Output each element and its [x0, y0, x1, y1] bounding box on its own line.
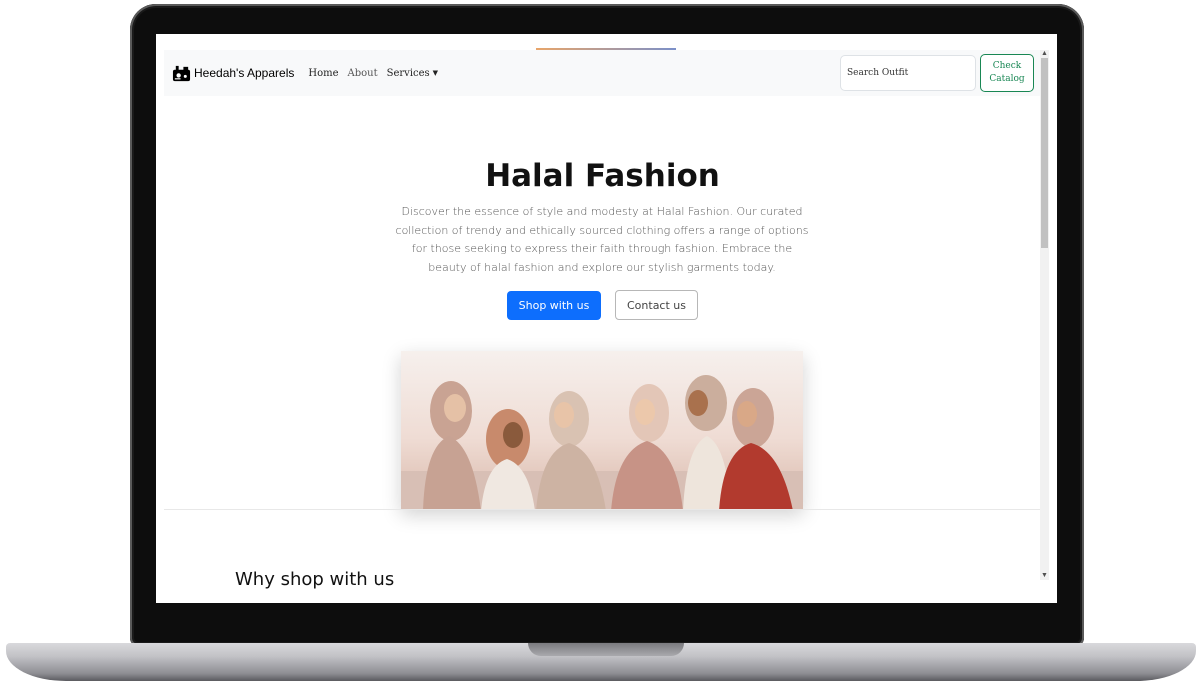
navbar: Heedah's Apparels Home About Services▼ C… — [164, 50, 1040, 96]
scroll-up-arrow-icon[interactable]: ▲ — [1040, 50, 1049, 58]
caret-down-icon: ▼ — [432, 69, 439, 77]
nav-link-services-label: Services — [386, 67, 430, 79]
shop-with-us-button[interactable]: Shop with us — [507, 291, 601, 320]
why-shop-heading: Why shop with us — [235, 569, 395, 590]
contact-us-button[interactable]: Contact us — [615, 290, 698, 320]
browser-viewport: Heedah's Apparels Home About Services▼ C… — [156, 34, 1057, 603]
scroll-thumb[interactable] — [1041, 58, 1048, 248]
section-divider — [164, 509, 1040, 510]
search-input[interactable] — [840, 55, 976, 91]
sewing-machine-icon — [172, 65, 191, 81]
nav-dropdown-services[interactable]: Services ▼ — [387, 68, 438, 79]
vertical-scrollbar[interactable]: ▲ ▼ — [1040, 50, 1049, 580]
laptop-notch — [528, 643, 684, 656]
brand-name: Heedah's Apparels — [194, 66, 295, 80]
check-catalog-button[interactable]: Check Catalog — [980, 54, 1034, 92]
group-of-women-photo — [401, 351, 803, 509]
hero-title: Halal Fashion — [485, 158, 720, 194]
scroll-down-arrow-icon[interactable]: ▼ — [1040, 572, 1049, 580]
brand[interactable]: Heedah's Apparels — [172, 64, 294, 83]
nav-link-about[interactable]: About — [348, 68, 378, 79]
nav-links: Home About Services ▼ — [308, 68, 438, 79]
hero-description: Discover the essence of style and modest… — [395, 205, 809, 274]
hero-image — [401, 351, 803, 509]
nav-link-home[interactable]: Home — [308, 68, 338, 79]
